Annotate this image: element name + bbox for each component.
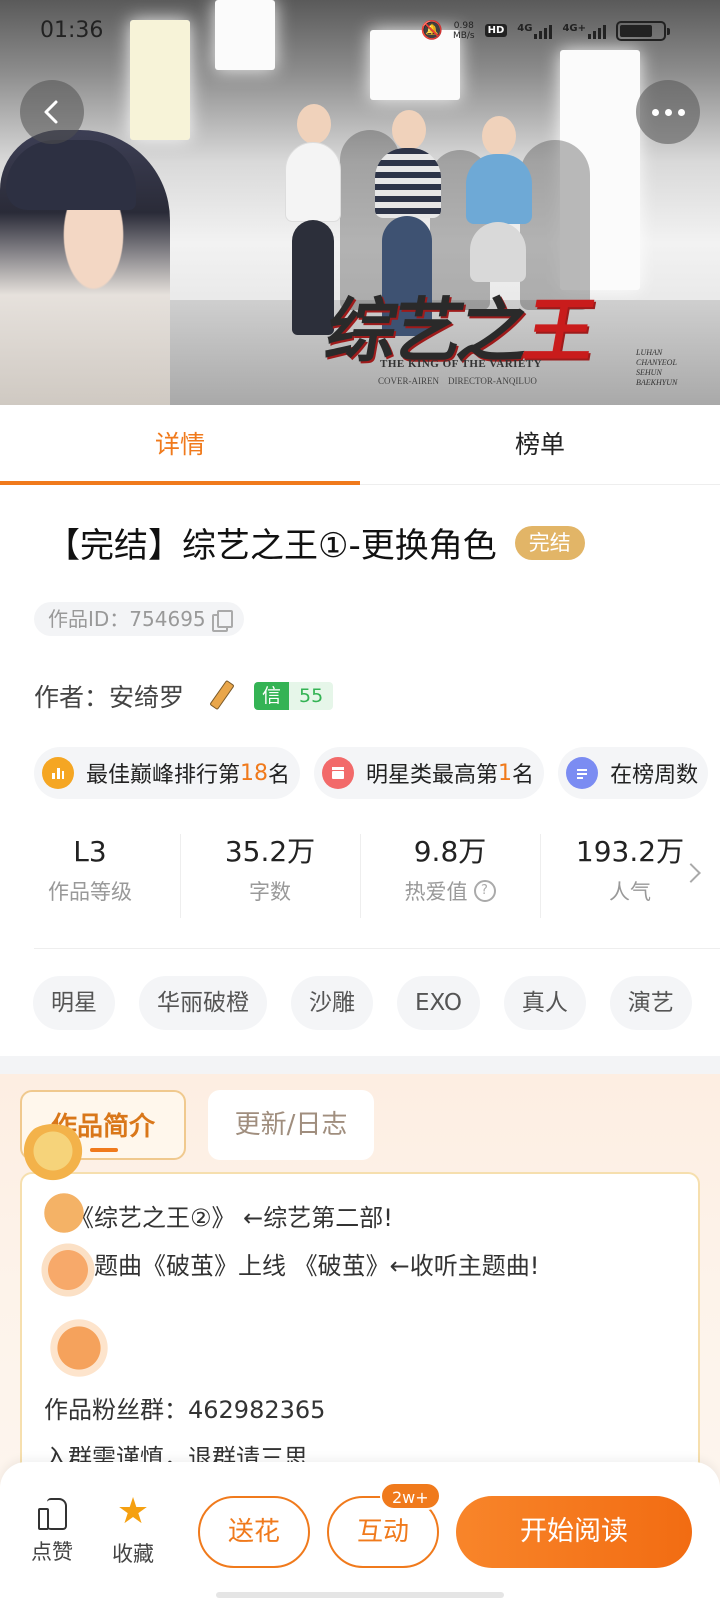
net-speed: 0.98 MB/s — [452, 20, 475, 41]
tag-chip[interactable]: 明星 — [33, 976, 115, 1030]
battery-icon — [616, 20, 670, 41]
figure-striped-shirt — [375, 148, 441, 218]
tag-chip[interactable]: 真人 — [503, 976, 586, 1030]
status-bar: 01:36 🔕 0.98 MB/s HD 4G 4G+ — [0, 0, 720, 64]
rank-chips: 最佳巅峰排行第 18 名 明星类最高第 1 名 在榜周数 — [34, 747, 709, 799]
work-detail-page: 综艺之王 THE KING OF THE VARIETY COVER-AIREN… — [0, 0, 720, 1603]
synopsis-line: 《综艺之王②》 ←综艺第二部! — [70, 1204, 393, 1232]
credit-value: 55 — [289, 682, 334, 710]
tab-ranking[interactable]: 榜单 — [360, 405, 720, 484]
tab-update-log[interactable]: 更新/日志 — [208, 1090, 374, 1160]
cover-credit: COVER-AIREN DIRECTOR-ANQILUO — [378, 376, 537, 386]
rank-suffix: 名 — [268, 763, 291, 788]
like-label: 点赞 — [31, 1540, 73, 1564]
work-title-row: 【完结】综艺之王①-更换角色 完结 — [46, 518, 585, 567]
figure-shorts — [470, 222, 526, 282]
back-button[interactable] — [20, 80, 84, 144]
status-time: 01:36 — [40, 18, 104, 43]
bar-chart-icon — [42, 757, 74, 789]
stat-label: 字数 — [249, 880, 291, 904]
start-reading-button[interactable]: 开始阅读 — [456, 1496, 692, 1568]
rank-text: 最佳巅峰排行第 — [86, 763, 241, 788]
cover-subtitle: THE KING OF THE VARIETY — [380, 358, 543, 370]
rank-number: 1 — [498, 760, 513, 786]
list-icon — [566, 757, 599, 789]
tag-list: 明星 华丽破橙 沙雕 EXO 真人 演艺 — [33, 976, 692, 1030]
signal-4g-plus-icon: 4G+ — [562, 23, 606, 39]
credit-badge: 信 55 — [254, 682, 334, 710]
cover-cap — [6, 140, 136, 210]
mute-icon: 🔕 — [420, 20, 443, 41]
interact-count-badge: 2w+ — [380, 1482, 441, 1510]
cover-names: LUHAN CHANYEOL SEHUN BAEKHYUN — [636, 348, 678, 387]
author-name[interactable]: 作者：安绮罗 — [34, 678, 184, 714]
like-button[interactable]: 点赞 — [22, 1494, 82, 1566]
rank-chip-star-category[interactable]: 明星类最高第 1 名 — [314, 747, 545, 799]
back-arrow-icon — [44, 100, 58, 124]
help-icon[interactable]: ? — [473, 880, 496, 902]
figure-blue-shirt — [466, 154, 532, 224]
favorite-label: 收藏 — [112, 1542, 154, 1566]
rank-chip-weeks[interactable]: 在榜周数 — [558, 747, 709, 799]
work-id: 作品ID：754695 — [48, 607, 206, 631]
stat-word-count: 35.2万 字数 — [180, 832, 360, 922]
stat-love-value: 9.8万 热爱值? — [360, 832, 540, 922]
rank-text: 在榜周数 — [610, 763, 699, 788]
rank-text: 明星类最高第 — [366, 763, 499, 788]
tab-details[interactable]: 详情 — [0, 405, 360, 485]
sticker-hamster — [44, 1316, 114, 1380]
section-gap — [0, 1056, 720, 1074]
detail-tabs: 详情 榜单 — [0, 405, 720, 485]
thumbs-up-icon — [35, 1494, 69, 1530]
figure-head — [297, 104, 331, 144]
synopsis-line: 主题曲《破茧》上线 《破茧》←收听主题曲! — [70, 1252, 540, 1280]
home-indicator[interactable] — [216, 1592, 504, 1598]
rank-suffix: 名 — [512, 763, 535, 788]
tag-chip[interactable]: 演艺 — [609, 976, 692, 1030]
tag-chip[interactable]: 沙雕 — [291, 976, 373, 1030]
sticker-monkey — [18, 1124, 88, 1184]
figure-head — [482, 116, 516, 156]
signal-4g-icon: 4G — [517, 23, 553, 39]
hd-icon: HD — [484, 24, 508, 37]
clapper-icon — [322, 757, 355, 789]
favorite-button[interactable]: ★ 收藏 — [103, 1494, 163, 1568]
figure-head — [392, 110, 426, 150]
status-icons: 🔕 0.98 MB/s HD 4G 4G+ — [420, 20, 670, 41]
rank-number: 18 — [240, 760, 269, 786]
work-title: 【完结】综艺之王①-更换角色 — [46, 526, 497, 566]
work-id-chip[interactable]: 作品ID：754695 — [34, 602, 244, 636]
star-icon: ★ — [116, 1491, 150, 1532]
divider — [34, 948, 720, 949]
stat-level: L3 作品等级 — [0, 832, 180, 922]
more-button[interactable] — [636, 80, 700, 144]
stat-label: 热爱值? — [360, 876, 540, 906]
stat-value: 35.2万 — [224, 835, 316, 868]
copy-icon[interactable] — [211, 610, 233, 632]
stat-value: L3 — [73, 835, 107, 868]
more-dots-icon — [651, 108, 685, 116]
author-row: 作者：安绮罗 信 55 — [34, 678, 334, 714]
send-flower-button[interactable]: 送花 — [198, 1496, 310, 1568]
tag-chip[interactable]: 华丽破橙 — [139, 976, 267, 1030]
stat-value: 9.8万 — [413, 835, 487, 868]
status-badge: 完结 — [514, 525, 585, 560]
sticker-hamster — [36, 1240, 100, 1300]
rank-chip-peak[interactable]: 最佳巅峰排行第 18 名 — [34, 747, 301, 799]
figure-pants — [292, 220, 334, 335]
tag-chip[interactable]: EXO — [397, 976, 480, 1030]
pencil-icon — [206, 680, 234, 712]
stat-label: 作品等级 — [48, 880, 132, 904]
sticker-hand — [34, 1188, 94, 1238]
credit-label: 信 — [254, 682, 290, 710]
stats-row[interactable]: L3 作品等级 35.2万 字数 9.8万 热爱值? 193.2万 人气 — [0, 832, 720, 922]
figure-white-shirt — [285, 142, 341, 222]
synopsis-line: 作品粉丝群：462982365 — [44, 1396, 326, 1424]
